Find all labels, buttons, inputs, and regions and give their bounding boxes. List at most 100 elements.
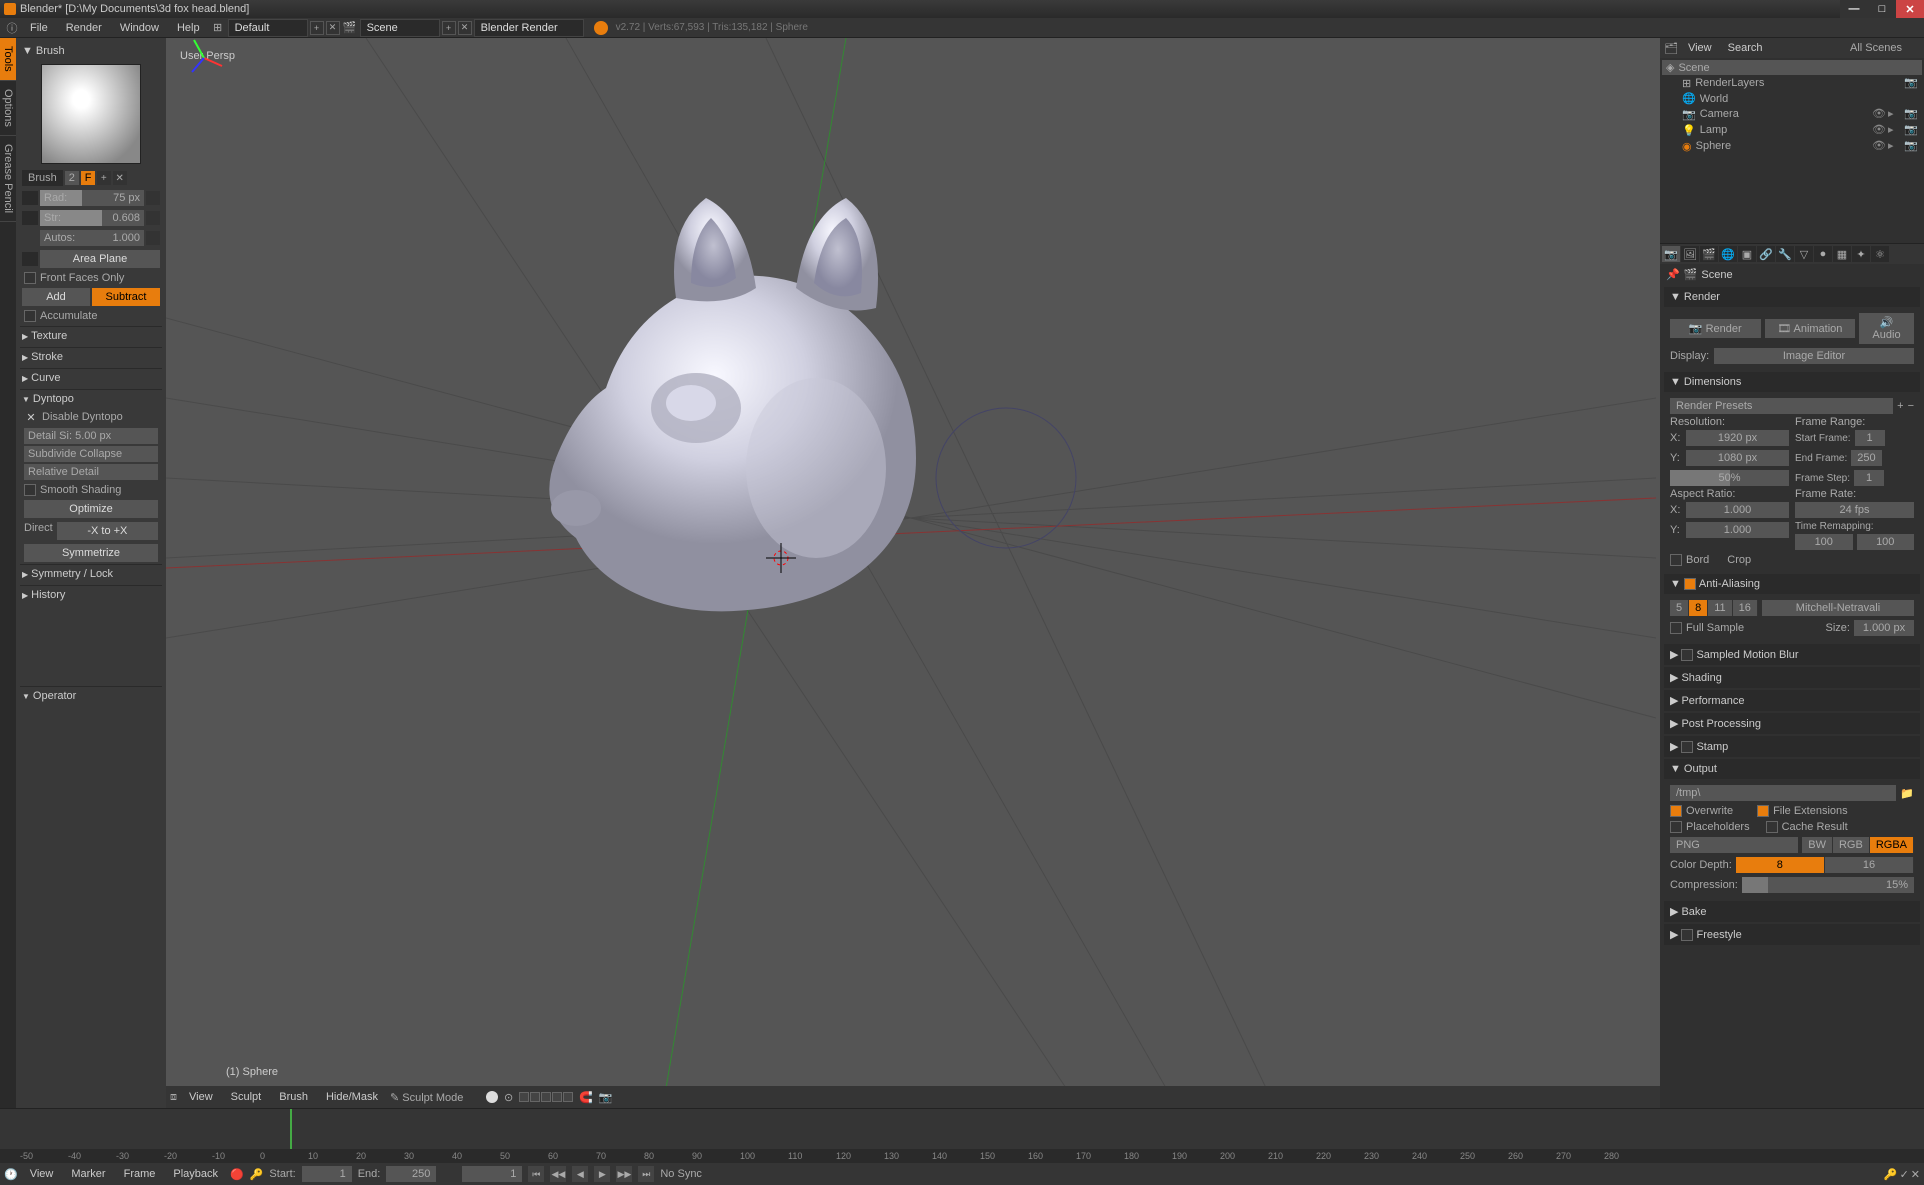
animation-button[interactable]: 🎞 Animation [1765,319,1856,338]
subdiv-method-dropdown[interactable]: Subdivide Collapse [24,446,158,462]
timeline-menu-view[interactable]: View [24,1166,60,1182]
optimize-button[interactable]: Optimize [24,500,158,518]
auto-keyframe-toggle[interactable]: 🔴 [230,1168,244,1181]
shading-panel-header[interactable]: ▶Shading [1664,667,1920,688]
disable-dyntopo-x[interactable]: ✕ [24,410,38,424]
frame-step-field[interactable]: 1 [1854,470,1884,486]
sphere-select-toggle[interactable]: ▸ [1888,139,1902,153]
color-rgba[interactable]: RGBA [1870,837,1914,853]
depth-16[interactable]: 16 [1825,857,1914,873]
aspect-x-field[interactable]: 1.000 [1686,502,1789,518]
prop-tab-scene[interactable]: 🎬 [1700,246,1718,262]
sphere-render-toggle[interactable]: 📷 [1904,139,1918,153]
color-depth-selector[interactable]: 8 16 [1736,857,1914,873]
output-path-field[interactable]: /tmp\ [1670,785,1896,801]
outliner-camera[interactable]: 📷Camera 👁 ▸ 📷 [1662,106,1922,122]
jump-to-start-button[interactable]: ⏮ [528,1166,544,1182]
timeline-end-field[interactable]: 250 [386,1166,436,1182]
history-panel-header[interactable]: ▶History [20,585,162,604]
timeline-ruler[interactable]: -50-40-30-20-100102030405060708090100110… [0,1149,1924,1163]
placeholders-checkbox[interactable] [1670,821,1682,833]
outliner-renderlayers[interactable]: ⊞RenderLayers 📷 [1662,75,1922,91]
lamp-select-toggle[interactable]: ▸ [1888,123,1902,137]
prop-tab-texture[interactable]: ▦ [1833,246,1851,262]
aa-11[interactable]: 11 [1708,600,1732,616]
snap-icon[interactable]: 🧲 [579,1091,593,1104]
camera-select-toggle[interactable]: ▸ [1888,107,1902,121]
subtract-direction-button[interactable]: Subtract [92,288,160,306]
performance-panel-header[interactable]: ▶Performance [1664,690,1920,711]
curve-panel-header[interactable]: ▶Curve [20,368,162,387]
file-format-dropdown[interactable]: PNG [1670,837,1798,853]
aa-filter-dropdown[interactable]: Mitchell-Netravali [1762,600,1914,616]
display-dropdown[interactable]: Image Editor [1714,348,1914,364]
prop-tab-world[interactable]: 🌐 [1719,246,1737,262]
time-remap-new-field[interactable]: 100 [1857,534,1915,550]
smooth-shading-checkbox[interactable] [24,484,36,496]
viewport-menu-brush[interactable]: Brush [273,1089,314,1105]
camera-render-toggle[interactable]: 📷 [1904,107,1918,121]
window-maximize-button[interactable]: □ [1868,0,1896,18]
render-button[interactable]: 📷 Render [1670,319,1761,338]
shading-mode-icon[interactable] [486,1091,498,1103]
stamp-checkbox[interactable] [1681,741,1693,753]
prop-tab-object[interactable]: ▣ [1738,246,1756,262]
radius-icon[interactable] [22,191,38,205]
add-direction-button[interactable]: Add [22,288,90,306]
outliner-world[interactable]: 🌐World [1662,91,1922,106]
dyntopo-panel-header[interactable]: ▼Dyntopo [20,389,162,408]
pin-icon[interactable]: 📌 [1666,268,1680,281]
keying-set-dropdown[interactable]: 🔑 [1884,1168,1898,1181]
stroke-panel-header[interactable]: ▶Stroke [20,347,162,366]
editor-type-icon[interactable]: ⓘ [4,20,20,36]
outliner-scene[interactable]: ◈Scene [1662,60,1922,75]
window-minimize-button[interactable]: — [1840,0,1868,18]
render-engine-dropdown[interactable]: Blender Render [474,19,584,37]
lamp-render-toggle[interactable]: 📷 [1904,123,1918,137]
menu-render[interactable]: Render [58,20,110,36]
stamp-panel-header[interactable]: ▶Stamp [1664,736,1920,757]
layer-buttons[interactable] [519,1092,573,1102]
remove-scene-button[interactable]: ✕ [458,21,472,35]
play-reverse-button[interactable]: ◀ [572,1166,588,1182]
time-remap-old-field[interactable]: 100 [1795,534,1853,550]
color-rgb[interactable]: RGB [1833,837,1870,853]
dimensions-panel-header[interactable]: ▼Dimensions [1664,372,1920,392]
resolution-pct-slider[interactable]: 50% [1670,470,1789,486]
texture-panel-header[interactable]: ▶Texture [20,326,162,345]
disable-dyntopo-label[interactable]: Disable Dyntopo [42,411,123,423]
prop-tab-material[interactable]: ● [1814,246,1832,262]
renderlayers-icon[interactable]: 📷 [1904,76,1918,90]
scene-dropdown[interactable]: Scene [360,19,440,37]
strength-icon[interactable] [22,211,38,225]
resolution-x-field[interactable]: 1920 px [1686,430,1789,446]
screen-layout-dropdown[interactable]: Default [228,19,308,37]
symmetry-lock-panel-header[interactable]: ▶Symmetry / Lock [20,564,162,583]
aa-size-field[interactable]: 1.000 px [1854,620,1914,636]
timeline-menu-marker[interactable]: Marker [65,1166,111,1182]
motion-blur-checkbox[interactable] [1681,649,1693,661]
menu-window[interactable]: Window [112,20,167,36]
next-keyframe-button[interactable]: ▶▶ [616,1166,632,1182]
freestyle-checkbox[interactable] [1681,929,1693,941]
front-faces-checkbox[interactable] [24,272,36,284]
add-layout-button[interactable]: + [310,21,324,35]
timeline-editor-icon[interactable]: 🕐 [4,1168,18,1181]
menu-help[interactable]: Help [169,20,208,36]
tab-tools[interactable]: Tools [0,38,16,81]
start-frame-field[interactable]: 1 [1855,430,1885,446]
timeline-current-frame-field[interactable]: 1 [462,1166,522,1182]
tab-options[interactable]: Options [0,81,16,136]
brush-users[interactable]: 2 [65,171,79,185]
radius-slider[interactable]: Rad:75 px [40,190,144,206]
cache-result-checkbox[interactable] [1766,821,1778,833]
prop-tab-modifiers[interactable]: 🔧 [1776,246,1794,262]
viewport-menu-view[interactable]: View [183,1089,219,1105]
prev-keyframe-button[interactable]: ◀◀ [550,1166,566,1182]
timeline-track[interactable] [0,1109,1924,1149]
outliner-menu-view[interactable]: View [1682,40,1718,56]
strength-slider[interactable]: Str:0.608 [40,210,144,226]
autosmooth-pressure-toggle[interactable] [146,231,160,245]
viewport-menu-hidemask[interactable]: Hide/Mask [320,1089,384,1105]
symmetrize-button[interactable]: Symmetrize [24,544,158,562]
